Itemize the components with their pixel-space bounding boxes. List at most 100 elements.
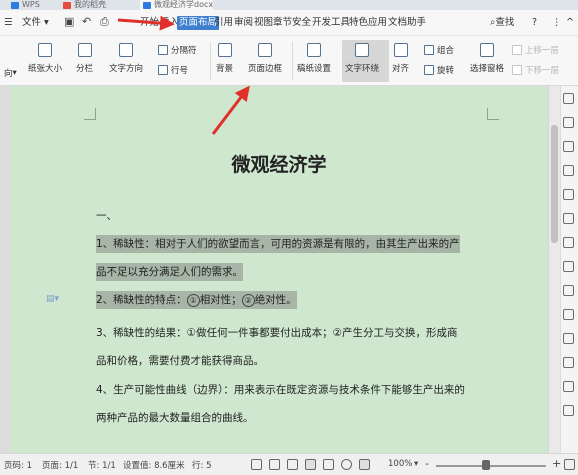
separator-button[interactable]: 分隔符 [158,44,197,56]
status-page-number: 页码: 1 [4,461,32,471]
selection-pane-button[interactable]: 选择窗格 [470,38,504,74]
status-line: 行: 5 [192,461,212,471]
group-icon [424,45,434,55]
selection-pane-icon [480,43,494,57]
align-icon [393,43,408,57]
sidebar-format-icon[interactable] [563,165,574,176]
menu-view[interactable]: 视图 [254,16,273,30]
menu-page-layout[interactable]: 页面布局 [177,16,220,30]
text-wrap-icon [355,43,369,57]
background-button[interactable]: 背景 [216,38,233,74]
status-pages: 页面: 1/1 [42,461,79,471]
rotate-icon [424,65,434,75]
page-view-icon[interactable] [305,459,316,470]
paragraph-2-prefix: 2、稀缺性的特点： [96,294,187,306]
menu-review[interactable]: 审阅 [234,16,253,30]
bring-forward-button[interactable]: 上移一层 [512,44,559,56]
outline-view-icon[interactable] [269,459,280,470]
manuscript-settings-button[interactable]: 稿纸设置 [297,38,331,74]
zoom-in-button[interactable]: + [552,457,561,470]
rotate-button[interactable]: 旋转 [424,64,454,76]
paragraph-4-line-1: 4、生产可能性曲线（边界）：用来表示在既定资源与技术条件下能够生产出来的 [96,384,465,396]
paragraph-3-line-1: 3、稀缺性的结果：①做任何一件事都要付出成本；②产生分工与交换，形成商 [96,327,458,339]
sidebar-star-icon[interactable] [563,237,574,248]
help-icon[interactable]: ? [532,16,537,30]
section-marker: 一、 [96,210,117,222]
search-button[interactable]: ⌕查找 [490,16,514,30]
zoom-slider[interactable] [436,465,546,467]
menu-developer[interactable]: 开发工具 [312,16,350,30]
hamburger-menu-icon[interactable]: ☰ [4,16,13,30]
menu-start[interactable]: 开始 [140,16,159,30]
save-icon[interactable]: ▣ [64,15,74,28]
eye-protection-icon[interactable] [359,459,370,470]
sidebar-insert-icon[interactable] [563,381,574,392]
orientation-button[interactable]: 向 ▾ [4,67,17,79]
sidebar-share-icon[interactable] [563,357,574,368]
line-number-icon [158,65,168,75]
print-icon[interactable]: ⎙ [100,15,109,29]
tab-docer[interactable]: 我的稻壳 [60,0,106,10]
sidebar-collapse-icon[interactable] [563,93,574,104]
collapse-ribbon-icon[interactable]: ^ [566,16,574,30]
sidebar-help-icon[interactable] [563,405,574,416]
sidebar-layout-icon[interactable] [563,261,574,272]
document-title: 微观经济学 [231,154,327,176]
undo-icon[interactable]: ↶ [82,15,91,28]
web-view-icon[interactable] [341,459,352,470]
paper-size-button[interactable]: 纸张大小 [28,38,62,74]
status-setting-value[interactable]: 设置值: 8.6厘米 [123,459,185,471]
scrollbar-thumb[interactable] [551,125,558,243]
zoom-dropdown-icon[interactable]: ▾ [414,459,418,469]
zoom-level[interactable]: 100% [388,459,412,469]
text-direction-button[interactable]: 文字方向 [109,38,143,74]
sidebar-style-icon[interactable] [563,141,574,152]
paragraph-2-item-1: 相对性； [199,294,242,306]
read-view-icon[interactable] [323,459,334,470]
menu-bar: ☰ 文件 ▾ ▣ ↶ ⎙ 开始 插入 页面布局 引用 审阅 视图 章节 安全 开… [0,10,578,36]
menu-special[interactable]: 特色应用 [349,16,387,30]
menu-assistant[interactable]: 文档助手 [388,16,426,30]
menu-security[interactable]: 安全 [292,16,311,30]
sidebar-shapes-icon[interactable] [563,189,574,200]
document-page[interactable]: 微观经济学 一、 1、稀缺性：相对于人们的欲望而言，可用的资源是有限的，由其生产… [10,86,548,453]
menu-file[interactable]: 文件 ▾ [22,16,49,30]
align-button[interactable]: 对齐 [392,38,409,74]
zoom-slider-knob[interactable] [481,460,490,470]
sidebar-copy-icon[interactable] [563,213,574,224]
tab-document[interactable]: 微观经济学docx [140,0,214,10]
tab-wps[interactable]: WPS [8,0,40,10]
page-border-button[interactable]: 页面边框 [248,38,282,74]
send-backward-button[interactable]: 下移一层 [512,64,559,76]
word-doc-icon [143,2,151,9]
margin-corner-mark [84,108,96,120]
menu-references[interactable]: 引用 [214,16,233,30]
paragraph-2: 2、稀缺性的特点： ① 相对性； ② 绝对性。 [96,291,297,309]
send-backward-icon [512,65,522,75]
docer-icon [63,2,71,9]
pen-icon[interactable] [287,459,298,470]
fit-window-icon[interactable] [564,459,575,470]
sidebar-select-icon[interactable] [563,117,574,128]
paper-size-icon [38,43,52,57]
paragraph-1-line-2: 品不足以充分满足人们的需求。 [96,263,243,281]
more-icon[interactable]: ⋮ [552,16,562,30]
paragraph-handle-icon[interactable]: ▤▾ [46,294,59,304]
status-section: 节: 1/1 [88,461,116,471]
circled-number-1: ① [186,294,200,307]
sidebar-edit-icon[interactable] [563,309,574,320]
columns-button[interactable]: 分栏 [76,38,93,74]
sidebar-comment-icon[interactable] [563,333,574,344]
menu-chapter[interactable]: 章节 [273,16,292,30]
window-tab-bar: WPS 我的稻壳 微观经济学docx [0,0,578,10]
group-button[interactable]: 组合 [424,44,454,56]
sidebar-table-icon[interactable] [563,285,574,296]
fullscreen-icon[interactable] [251,459,262,470]
text-wrap-button[interactable]: 文字环绕 [345,38,379,74]
line-number-button[interactable]: 行号 [158,64,188,76]
left-gutter [0,86,10,453]
bring-forward-icon [512,45,522,55]
zoom-out-button[interactable]: - [425,457,429,470]
ribbon-divider [292,42,293,80]
columns-icon [77,43,92,57]
